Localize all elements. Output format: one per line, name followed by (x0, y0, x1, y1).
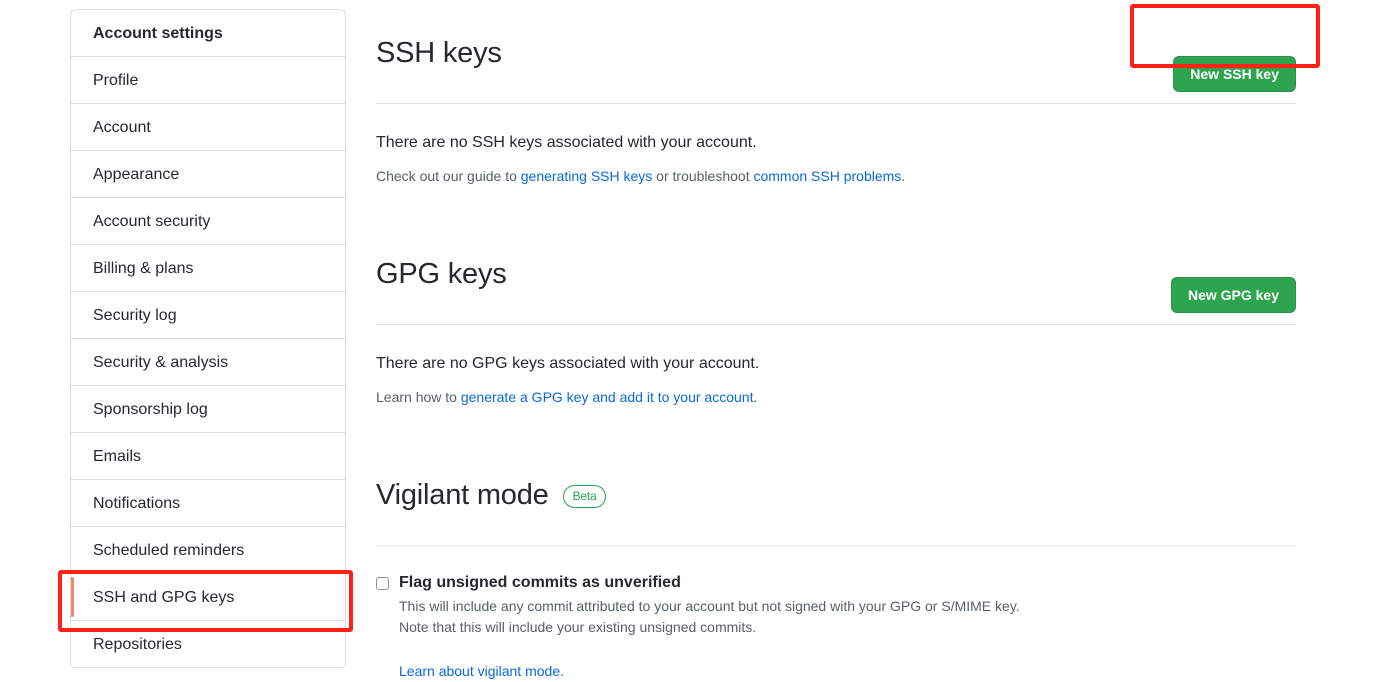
sidebar-item-label: Security & analysis (93, 354, 229, 371)
main-content: SSH keys New SSH key There are no SSH ke… (376, 0, 1296, 682)
ssh-help-text: Check out our guide to generating SSH ke… (376, 166, 1296, 187)
sidebar-item-label: Sponsorship log (93, 401, 208, 418)
sidebar-item-profile[interactable]: Profile (71, 57, 345, 104)
sidebar-item-label: Profile (93, 72, 139, 89)
new-ssh-key-button[interactable]: New SSH key (1173, 56, 1296, 93)
ssh-help-suffix: . (901, 168, 906, 185)
sidebar-item-label: Repositories (93, 636, 182, 653)
flag-unsigned-commits-label[interactable]: Flag unsigned commits as unverified (399, 572, 1020, 594)
sidebar-header: Account settings (71, 10, 345, 57)
vigilant-description-line-1: This will include any commit attributed … (399, 598, 1020, 615)
status-badge: Beta (562, 484, 607, 508)
sidebar-item-label: Emails (93, 448, 142, 465)
sidebar-item-label: Account security (93, 213, 211, 230)
generate-gpg-key-link[interactable]: generate a GPG key and add it to your ac… (461, 389, 754, 405)
sidebar-item-security-and-analysis[interactable]: Security & analysis (71, 339, 345, 386)
new-gpg-key-button[interactable]: New GPG key (1170, 277, 1296, 314)
page-title: SSH keys (376, 37, 502, 70)
ssh-keys-header: SSH keys New SSH key (376, 14, 1296, 105)
ssh-keys-section: SSH keys New SSH key There are no SSH ke… (376, 14, 1296, 187)
settings-page: Account settings Profile Account Appeara… (0, 0, 1388, 679)
flag-unsigned-commits-checkbox[interactable] (376, 577, 389, 591)
ssh-help-middle: or troubleshoot (652, 168, 754, 185)
sidebar-item-appearance[interactable]: Appearance (71, 151, 345, 198)
vigilant-mode-header: Vigilant mode Beta (376, 456, 1296, 547)
sidebar-item-emails[interactable]: Emails (71, 433, 345, 480)
gpg-keys-title: GPG keys (376, 258, 507, 291)
sidebar-item-label: SSH and GPG keys (93, 589, 235, 606)
sidebar-item-scheduled-reminders[interactable]: Scheduled reminders (71, 527, 345, 574)
settings-sidebar: Account settings Profile Account Appeara… (70, 9, 346, 668)
sidebar-item-notifications[interactable]: Notifications (71, 480, 345, 527)
sidebar-item-sponsorship-log[interactable]: Sponsorship log (71, 386, 345, 433)
gpg-empty-message: There are no GPG keys associated with yo… (376, 355, 760, 373)
flag-unsigned-commits-text-block: Flag unsigned commits as unverified This… (399, 572, 1020, 682)
sidebar-item-label: Security log (93, 307, 177, 324)
sidebar-item-label: Notifications (93, 495, 181, 512)
sidebar-item-security-log[interactable]: Security log (71, 292, 345, 339)
common-ssh-problems-link[interactable]: common SSH problems (753, 168, 901, 184)
sidebar-item-ssh-and-gpg-keys[interactable]: SSH and GPG keys (71, 574, 345, 621)
sidebar-item-label: Scheduled reminders (93, 542, 245, 559)
sidebar-item-label: Appearance (93, 166, 180, 183)
gpg-help-suffix: . (753, 389, 758, 406)
sidebar-item-account-security[interactable]: Account security (71, 198, 345, 245)
ssh-empty-message: There are no SSH keys associated with yo… (376, 134, 757, 152)
sidebar-item-billing-and-plans[interactable]: Billing & plans (71, 245, 345, 292)
ssh-help-prefix: Check out our guide to (376, 168, 521, 185)
vigilant-mode-title-text: Vigilant mode (376, 479, 549, 512)
vigilant-mode-section: Vigilant mode Beta Flag unsigned commits… (376, 456, 1296, 682)
sidebar-item-label: Billing & plans (93, 260, 194, 277)
flag-unsigned-commits-row: Flag unsigned commits as unverified This… (376, 572, 1296, 682)
sidebar-item-repositories[interactable]: Repositories (71, 621, 345, 668)
vigilant-description-line-2: Note that this will include your existin… (399, 619, 757, 636)
gpg-help-text: Learn how to generate a GPG key and add … (376, 387, 1296, 408)
sidebar-item-account[interactable]: Account (71, 104, 345, 151)
gpg-keys-header: GPG keys New GPG key (376, 235, 1296, 326)
sidebar-item-label: Account (93, 119, 151, 136)
vigilant-mode-title: Vigilant mode Beta (376, 479, 607, 512)
generating-ssh-keys-link[interactable]: generating SSH keys (521, 168, 653, 184)
gpg-keys-section: GPG keys New GPG key There are no GPG ke… (376, 235, 1296, 408)
gpg-help-prefix: Learn how to (376, 389, 461, 406)
